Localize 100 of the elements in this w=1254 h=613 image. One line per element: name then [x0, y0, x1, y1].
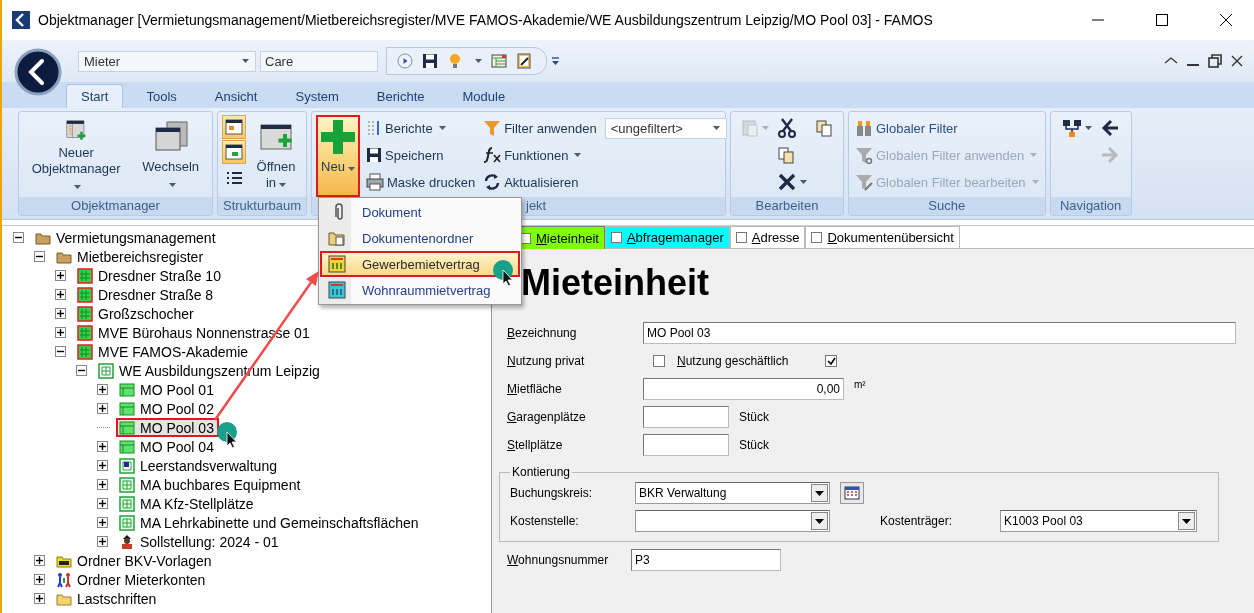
search-field[interactable]: Care — [260, 50, 378, 72]
tree-item[interactable]: Mietbereichsregister — [53, 247, 209, 266]
clipboard-icon[interactable] — [516, 53, 532, 69]
expand-toggle[interactable] — [97, 460, 108, 471]
toggle-button[interactable] — [222, 115, 246, 139]
tree-item[interactable]: MA Lehrkabinette und Gemeinschaftsflächen — [116, 513, 424, 532]
checkbox[interactable] — [653, 355, 665, 367]
tree-item[interactable]: MA buchbares Equipment — [116, 475, 306, 494]
ribbon-button[interactable]: Funktionen — [481, 142, 584, 168]
tree-item[interactable]: Ordner BKV-Vorlagen — [53, 551, 217, 570]
dropdown[interactable] — [635, 510, 830, 532]
ribbon-button[interactable]: Neu — [316, 115, 360, 197]
text-field[interactable] — [643, 406, 729, 428]
menu-item[interactable]: Gewerbemietvertrag — [320, 251, 520, 277]
ribbon-button[interactable]: Maske drucken — [364, 169, 478, 195]
expand-toggle[interactable] — [55, 346, 66, 357]
ribbon-tab[interactable]: System — [280, 84, 354, 108]
play-icon[interactable] — [397, 53, 413, 69]
checkbox[interactable] — [610, 232, 622, 243]
detail-tab[interactable]: Adresse — [729, 226, 806, 248]
expand-toggle[interactable] — [76, 365, 87, 376]
forward-icon — [1099, 145, 1120, 165]
toggle-button[interactable] — [222, 140, 246, 164]
expand-toggle[interactable] — [97, 536, 108, 547]
tree-item[interactable]: Leerstandsverwaltung — [116, 456, 282, 475]
expand-toggle[interactable] — [55, 327, 66, 338]
bulb-icon[interactable] — [447, 53, 463, 69]
tree-item[interactable]: Lastschriften — [53, 589, 162, 608]
ribbon-button[interactable]: Neuer Objektmanager — [23, 115, 130, 197]
minimize-icon — [1092, 19, 1104, 21]
expand-toggle[interactable] — [34, 251, 45, 262]
app-menu-button[interactable] — [14, 48, 62, 96]
expand-toggle[interactable] — [97, 384, 108, 395]
menu-item[interactable]: Wohnraummietvertrag — [320, 277, 520, 303]
customize-icon[interactable] — [551, 56, 560, 66]
tree-item[interactable]: Großzschocher — [74, 304, 199, 323]
ribbon-button[interactable]: Globaler Filter — [853, 115, 960, 141]
ribbon-button[interactable]: Berichte — [364, 115, 448, 141]
field-label: Kostenstelle: — [510, 514, 580, 528]
field-label: Stellplätze — [507, 438, 564, 452]
tree-item[interactable]: MVE FAMOS-Akademie — [74, 342, 254, 361]
ribbon-button[interactable]: Wechseln — [133, 115, 208, 197]
expand-toggle[interactable] — [55, 289, 66, 300]
tree-item[interactable]: MO Pool 01 — [116, 380, 219, 399]
grid-icon — [77, 324, 93, 341]
ribbon-button[interactable]: Filter anwenden — [481, 115, 599, 141]
expand-toggle[interactable] — [97, 403, 108, 414]
tree-item[interactable]: MO Pool 02 — [116, 399, 219, 418]
ribbon-button[interactable]: Speichern — [364, 142, 446, 168]
group-label: Bearbeiten — [731, 197, 843, 215]
expand-toggle[interactable] — [97, 498, 108, 509]
dropdown[interactable]: BKR Verwaltung — [635, 482, 830, 504]
text-field[interactable]: 0,00 — [643, 378, 844, 400]
ribbon-button[interactable]: Öffnen in — [250, 115, 302, 197]
tree-item[interactable]: MO Pool 03 — [116, 418, 219, 437]
object-type-dropdown[interactable]: Mieter — [78, 50, 256, 72]
save-icon[interactable] — [422, 53, 438, 69]
checkbox[interactable] — [825, 355, 837, 367]
contract-icon — [328, 281, 346, 299]
report-icon — [366, 120, 382, 136]
grid-icon — [77, 267, 93, 284]
tree-item[interactable]: MA Kfz-Stellplätze — [116, 494, 259, 513]
ribbon-tab[interactable]: Ansicht — [199, 84, 273, 108]
expand-toggle[interactable] — [97, 441, 108, 452]
filter-icon — [855, 173, 873, 191]
scissors-icon — [777, 118, 797, 138]
table-icon[interactable] — [491, 53, 507, 69]
restore-icon[interactable] — [1206, 52, 1224, 70]
text-field[interactable]: P3 — [631, 549, 781, 571]
tree-item[interactable]: Dresdner Straße 10 — [74, 266, 226, 285]
expand-toggle[interactable] — [97, 479, 108, 490]
expand-toggle[interactable] — [34, 574, 45, 585]
caret-icon — [815, 518, 824, 524]
tree-item[interactable]: MO Pool 04 — [116, 437, 219, 456]
text-field[interactable]: MO Pool 03 — [643, 322, 1236, 344]
ribbon-button[interactable]: Aktualisieren — [481, 169, 581, 195]
ribbon-tab[interactable]: Start — [66, 84, 124, 108]
expand-toggle[interactable] — [97, 517, 108, 528]
detail-tab[interactable]: Dokumentenübersicht — [805, 226, 960, 248]
tree-item[interactable]: Ordner Mieterkonten — [53, 570, 211, 589]
ribbon-tab[interactable]: Tools — [131, 84, 192, 108]
expand-toggle[interactable] — [34, 593, 45, 604]
checkbox[interactable] — [735, 232, 747, 243]
expand-toggle[interactable] — [55, 270, 66, 281]
dropdown[interactable]: K1003 Pool 03 — [1000, 510, 1197, 532]
tree-item[interactable]: Vermietungsmanagement — [32, 228, 221, 247]
checkbox[interactable] — [811, 232, 823, 243]
tree-item[interactable]: Dresdner Straße 8 — [74, 285, 219, 304]
ribbon-tab[interactable]: Berichte — [361, 84, 440, 108]
expand-toggle[interactable] — [34, 555, 45, 566]
plus-icon — [320, 119, 356, 155]
text-field[interactable] — [643, 434, 729, 456]
calendar-button[interactable] — [840, 482, 864, 504]
detail-tab[interactable]: Abfragemanager — [604, 226, 730, 248]
tree-item[interactable]: Sollstellung: 2024 - 01 — [116, 532, 284, 551]
filter-dropdown[interactable]: <ungefiltert> — [604, 117, 727, 139]
field-label: Wohnungsnummer — [507, 553, 610, 567]
expand-toggle[interactable] — [55, 308, 66, 319]
expand-toggle[interactable] — [13, 232, 24, 243]
ribbon-tab[interactable]: Module — [447, 84, 521, 108]
